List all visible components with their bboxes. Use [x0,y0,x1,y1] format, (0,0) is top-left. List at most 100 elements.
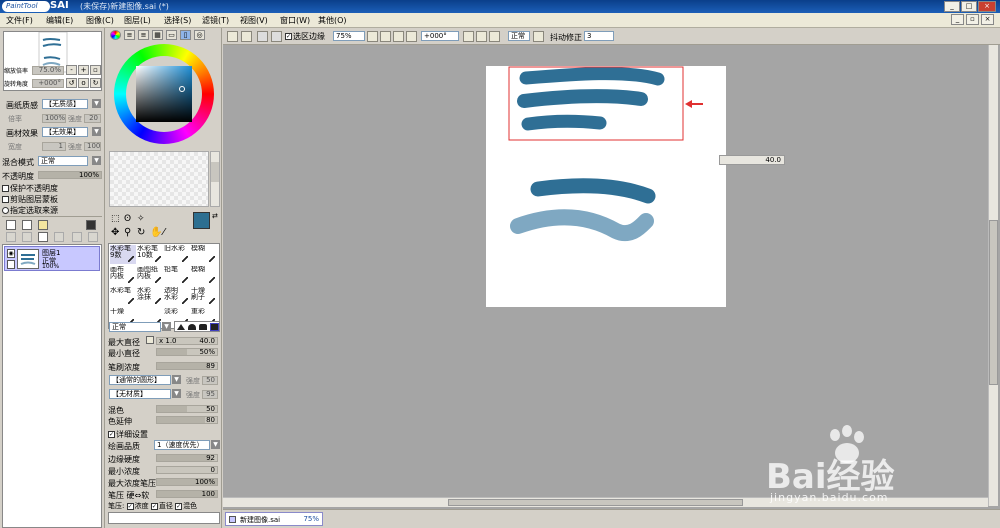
brush-shape-select[interactable]: 【通常的圆形】 [109,375,171,385]
new-linework-layer-icon[interactable] [22,220,32,230]
edit-lock-icon[interactable] [7,260,15,269]
swap-colors-icon[interactable]: ⇄ [212,212,218,220]
preserve-opacity-checkbox[interactable] [2,185,9,192]
app-close-button[interactable]: × [978,1,996,12]
detail-settings-option[interactable]: ✓ 详细设置 [108,429,148,440]
flip-view-icon[interactable] [533,31,544,42]
menu-image[interactable]: 图像(C) [86,15,114,26]
brush-shape-flat-icon[interactable] [199,324,207,330]
visibility-eye-icon[interactable]: ◉ [7,249,15,258]
rotate-value[interactable]: +000° [32,79,64,88]
brush-blend-mode[interactable]: 正常 [109,322,161,332]
pressure-density-checkbox[interactable]: ✓ [126,502,134,510]
brush-preset[interactable]: 水彩 涂抹 [137,287,163,306]
color-picker-cursor[interactable] [179,86,185,92]
min-density-slider[interactable]: 0 [156,466,218,474]
brush-blend-dropdown-icon[interactable]: ▼ [162,322,171,331]
merge-down-icon[interactable] [22,232,32,242]
angle-select[interactable]: +000° [421,31,459,41]
quality-select[interactable]: 1（速度优先） [154,440,210,450]
layer-panel-menu-icon[interactable] [86,220,96,230]
delete-layer-icon[interactable] [54,232,64,242]
brush-preset[interactable]: 干燥 刷子 [191,287,217,306]
saturation-value-square[interactable] [136,66,192,122]
merge-visible-icon[interactable] [88,232,98,242]
rotate-cw-icon[interactable] [489,31,500,42]
brush-size-presets[interactable] [108,512,220,524]
min-size-slider[interactable]: 50% [156,348,218,356]
zoom-in-button[interactable]: + [78,65,89,75]
undo-icon[interactable] [227,31,238,42]
brush-preset[interactable]: 画图纸 内板 [137,266,163,285]
brush-shape-round-icon[interactable] [188,324,196,330]
pressure-size-checkbox[interactable]: ✓ [150,502,158,510]
menu-edit[interactable]: 编辑(E) [46,15,73,26]
scratchpad-tab-icon[interactable]: ◎ [194,30,205,40]
minimize-button[interactable]: _ [951,14,964,25]
horizontal-scroll-thumb[interactable] [448,499,743,506]
density-slider[interactable]: 89 [156,362,218,370]
new-folder-icon[interactable] [38,220,48,230]
rect-select-icon[interactable]: ⬚ [111,214,120,224]
dilution-slider[interactable]: 80 [156,416,218,424]
zoom-select[interactable]: 75% [333,31,365,41]
brush-shape-sharp-icon[interactable] [177,324,185,330]
menu-layer[interactable]: 图层(L) [124,15,151,26]
invert-selection-icon[interactable] [271,31,282,42]
zoom-fit-button[interactable]: ▫ [90,65,101,75]
move-icon[interactable]: ✥ [111,227,119,238]
brush-preset[interactable]: 铅笔 [164,266,190,285]
zoom-in-canvas-icon[interactable] [393,31,404,42]
vertical-scrollbar[interactable] [988,45,998,506]
rotate-ccw-icon[interactable] [476,31,487,42]
mask-layer-icon[interactable] [38,232,48,242]
scale-value[interactable]: 100% [42,114,66,123]
hand-tool-icon[interactable]: ✋ [150,227,162,238]
rotate-reset-button[interactable]: o [78,78,89,88]
scratch-pad-scrollbar[interactable] [210,151,220,207]
quality-dropdown-icon[interactable]: ▼ [211,440,220,449]
magic-wand-icon[interactable]: ✧ [137,214,145,224]
menu-other[interactable]: 其他(O) [318,15,347,26]
document-tab[interactable]: 新建图像.sai 75% [225,512,323,526]
app-minimize-button[interactable]: _ [944,1,960,12]
detail-settings-checkbox[interactable]: ✓ [108,431,115,438]
brush-texture-dropdown-icon[interactable]: ▼ [172,389,181,398]
brush-preset[interactable]: 水彩笔 9数 [110,245,136,264]
max-size-slider[interactable]: x 1.0 40.0 [156,337,218,345]
zoom-reset-icon[interactable] [406,31,417,42]
opacity-slider[interactable]: 100% [38,171,102,179]
brush-shape-dropdown-icon[interactable]: ▼ [172,375,181,384]
app-maximize-button[interactable]: □ [961,1,977,12]
menu-view[interactable]: 视图(V) [240,15,268,26]
paper-texture-select[interactable]: 【无质感】 [42,99,88,109]
deselect-icon[interactable] [257,31,268,42]
brush-preset[interactable]: 模糊 [191,266,217,285]
menu-filter[interactable]: 滤镜(T) [202,15,229,26]
selection-edge-option[interactable]: ✓ 选区边缘 [285,31,325,42]
brush-preset[interactable]: 模糊 [191,245,217,264]
clear-layer-icon[interactable] [72,232,82,242]
rgb-slider-tab-icon[interactable]: ≡ [124,30,135,40]
view-mode-select[interactable]: 正常 [508,31,530,41]
zoom-out-button[interactable]: - [66,65,77,75]
pressure-hardness-slider[interactable]: 100 [156,490,218,498]
rotate-tool-icon[interactable]: ↻ [137,227,145,238]
shape-intensity-value[interactable]: 50 [202,376,218,385]
new-layer-icon[interactable] [6,220,16,230]
menu-select[interactable]: 选择(S) [164,15,191,26]
selection-edge-checkbox[interactable]: ✓ [285,33,292,40]
clip-group-checkbox[interactable] [2,196,9,203]
brush-preset[interactable]: 透明 水彩 [164,287,190,306]
mixer-tab-icon[interactable]: ▭ [166,30,177,40]
rotate-right-button[interactable]: ↻ [90,78,101,88]
lasso-icon[interactable]: ʘ [124,214,131,224]
rotate-left-button[interactable]: ↺ [66,78,77,88]
edge-hardness-slider[interactable]: 92 [156,454,218,462]
zoom-value[interactable]: 75.0% [32,66,64,75]
color-wheel-tab-icon[interactable] [110,30,121,40]
menu-window[interactable]: 窗口(W) [280,15,310,26]
brush-preset[interactable]: 旧水彩 [164,245,190,264]
brush-preset[interactable]: 水彩笔 [110,287,136,306]
copy-layer-icon[interactable] [6,232,16,242]
